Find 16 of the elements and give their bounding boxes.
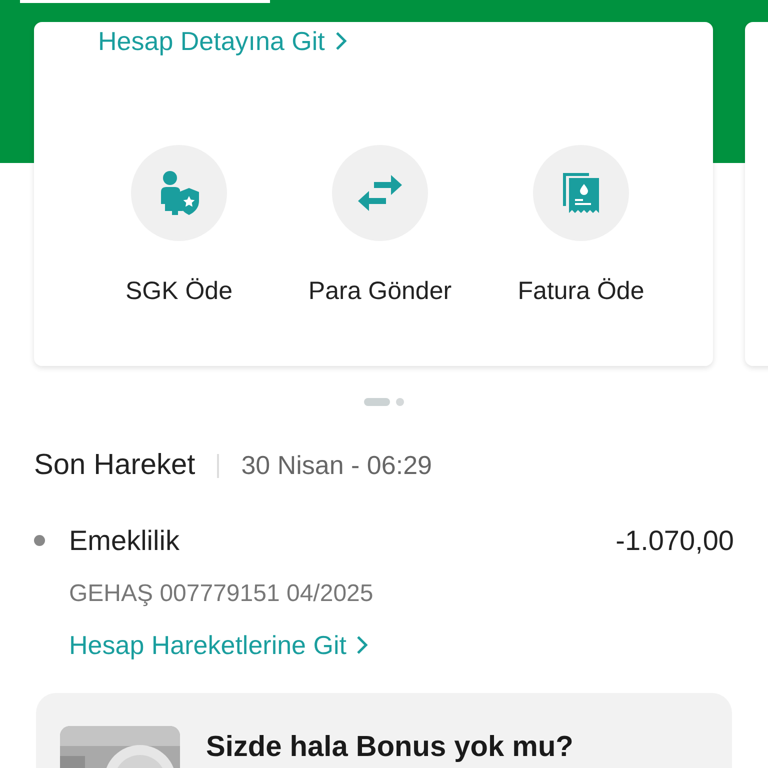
bullet-icon <box>34 535 45 546</box>
person-shield-icon <box>158 170 200 216</box>
transaction-date: 30 Nisan - 06:29 <box>241 449 432 482</box>
transaction-amount: -1.070,00 <box>616 524 734 558</box>
quick-action-button[interactable]: SGK Öde <box>79 144 279 310</box>
quick-action-button[interactable]: Para Gönder <box>280 144 480 310</box>
quick-action-button[interactable]: Fatura Öde <box>481 144 681 310</box>
bill-icon <box>561 170 601 214</box>
promo-title: Sizde hala Bonus yok mu? <box>206 730 574 764</box>
page-dot[interactable] <box>396 398 404 406</box>
transaction-description: GEHAŞ 007779151 04/2025 <box>69 580 374 606</box>
transfer-arrows-icon <box>357 174 403 210</box>
section-title: Son Hareket <box>34 448 196 483</box>
chevron-icon <box>356 634 368 654</box>
transaction-name: Emeklilik <box>69 524 180 558</box>
chevron-icon <box>334 31 347 51</box>
